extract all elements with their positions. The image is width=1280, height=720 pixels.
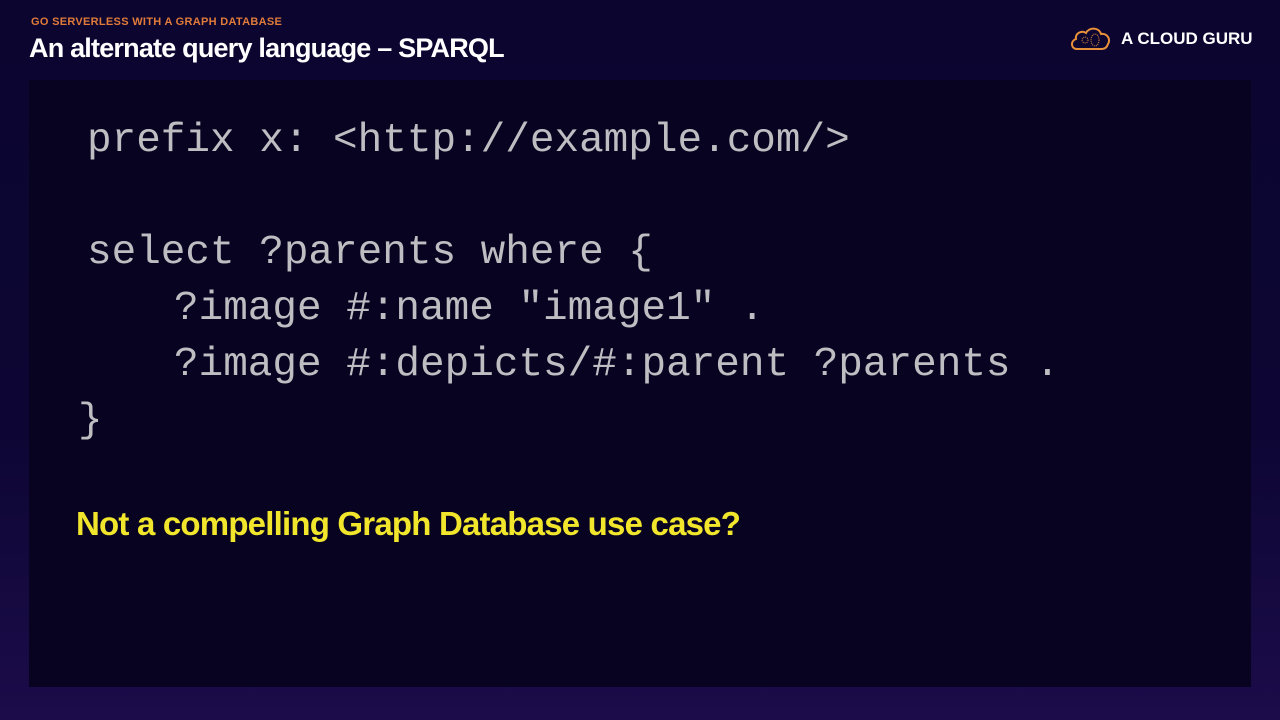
slide-kicker: GO SERVERLESS WITH A GRAPH DATABASE <box>31 16 283 28</box>
code-line: ?image #:depicts/#:parent ?parents . <box>174 342 1060 388</box>
sparql-code-block: prefix x: <http://example.com/> select ?p… <box>78 113 1060 449</box>
code-line: select ?parents where { <box>87 230 653 276</box>
brand-logo: A CLOUD GURU <box>1069 25 1253 53</box>
cloud-logo-icon <box>1071 27 1111 50</box>
code-line: } <box>78 398 103 444</box>
code-line: ?image #:name "image1" . <box>174 286 765 332</box>
slide-title: An alternate query language – SPARQL <box>29 33 505 63</box>
brand-name: A CLOUD GURU <box>1121 29 1253 48</box>
callout-question: Not a compelling Graph Database use case… <box>76 505 741 542</box>
code-line: prefix x: <http://example.com/> <box>87 118 850 164</box>
